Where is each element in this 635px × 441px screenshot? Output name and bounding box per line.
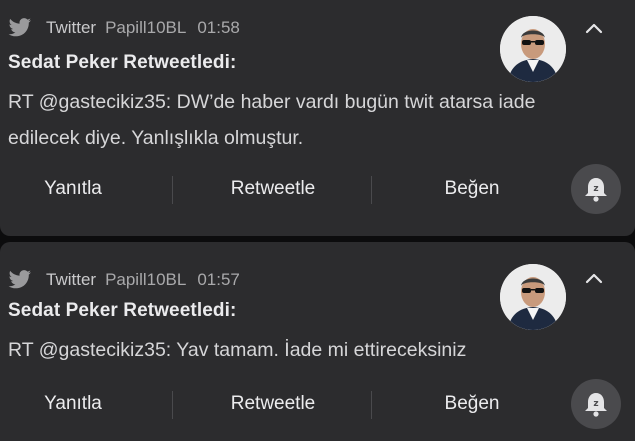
account-name: Papill10BL [105,270,187,289]
notification-shade: Twitter Papill10BL 01:58 Sedat Peker Ret… [0,0,635,441]
reply-button[interactable]: Yanıtla [18,381,128,427]
notification-card-content: Twitter Papill10BL 01:57 Sedat Peker Ret… [0,0,635,441]
chevron-up-icon[interactable] [582,268,606,288]
app-name: Twitter [46,270,97,289]
divider [172,391,173,419]
svg-text:z: z [593,399,598,409]
divider [371,391,372,419]
notification-header: Twitter Papill10BL 01:57 [8,268,240,292]
like-button[interactable]: Beğen [420,381,524,427]
notification-time: 01:57 [197,270,240,289]
snooze-bell-icon: z [585,393,607,417]
snooze-button[interactable]: z [571,379,621,429]
notification-actions: Yanıtla Retweetle Beğen z [0,379,635,429]
retweet-button[interactable]: Retweetle [206,381,340,427]
avatar [500,264,566,330]
twitter-bird-icon [8,270,32,290]
notification-title: Sedat Peker Retweetledi: [8,300,237,321]
notification-message: RT @gastecikiz35: Yav tamam. İade mi ett… [8,339,467,361]
